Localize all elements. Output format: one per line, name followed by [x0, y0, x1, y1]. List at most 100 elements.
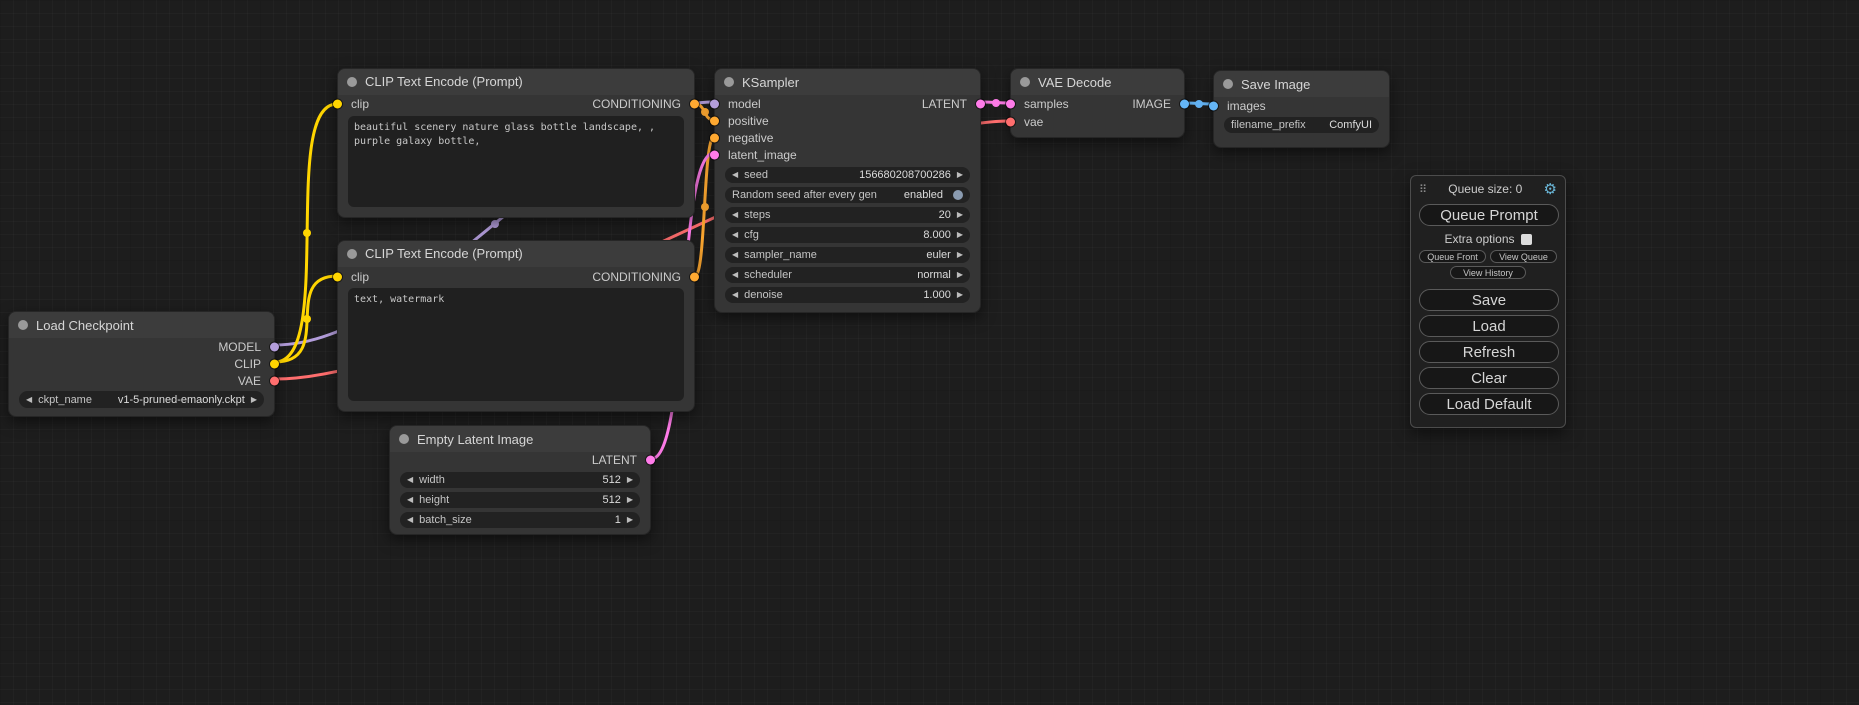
image-output-slot[interactable]	[1180, 100, 1189, 109]
increment-arrow-icon[interactable]: ▶	[957, 251, 963, 259]
node-title-bar[interactable]: CLIP Text Encode (Prompt)	[338, 69, 694, 95]
increment-arrow-icon[interactable]: ▶	[627, 476, 633, 484]
view-history-button[interactable]: View History	[1450, 266, 1526, 279]
save-button[interactable]: Save	[1419, 289, 1559, 311]
seed-widget[interactable]: ◀ seed 156680208700286 ▶	[725, 167, 970, 183]
clip-output-row: CLIP	[9, 355, 274, 372]
widget-label: filename_prefix	[1231, 119, 1306, 131]
node-title: VAE Decode	[1038, 75, 1111, 90]
toggle-knob[interactable]	[953, 190, 963, 200]
decrement-arrow-icon[interactable]: ◀	[407, 516, 413, 524]
clear-button[interactable]: Clear	[1419, 367, 1559, 389]
decrement-arrow-icon[interactable]: ◀	[732, 291, 738, 299]
node-collapse-dot[interactable]	[347, 249, 357, 259]
latent-image-input-slot[interactable]	[710, 150, 719, 159]
increment-arrow-icon[interactable]: ▶	[627, 516, 633, 524]
node-title-bar[interactable]: Save Image	[1214, 71, 1389, 97]
decrement-arrow-icon[interactable]: ◀	[732, 171, 738, 179]
scheduler-widget[interactable]: ◀ scheduler normal ▶	[725, 267, 970, 283]
refresh-button[interactable]: Refresh	[1419, 341, 1559, 363]
ckpt-name-widget[interactable]: ◀ ckpt_name v1-5-pruned-emaonly.ckpt ▶	[19, 391, 264, 408]
negative-input-slot[interactable]	[710, 133, 719, 142]
node-title-bar[interactable]: Load Checkpoint	[9, 312, 274, 338]
widget-label: steps	[744, 209, 770, 221]
denoise-widget[interactable]: ◀ denoise 1.000 ▶	[725, 287, 970, 303]
node-vae-decode[interactable]: VAE Decode samples IMAGE vae	[1010, 68, 1185, 138]
queue-panel[interactable]: ⠿ Queue size: 0 ⚙ Queue Prompt Extra opt…	[1410, 175, 1566, 428]
vae-input-slot[interactable]	[1006, 118, 1015, 127]
conditioning-output-slot[interactable]	[690, 272, 699, 281]
cfg-widget[interactable]: ◀ cfg 8.000 ▶	[725, 227, 970, 243]
model-output-slot[interactable]	[270, 342, 279, 351]
positive-slot-row: positive	[715, 112, 980, 129]
queue-front-button[interactable]: Queue Front	[1419, 250, 1486, 263]
load-button[interactable]: Load	[1419, 315, 1559, 337]
increment-arrow-icon[interactable]: ▶	[957, 291, 963, 299]
negative-prompt-textarea[interactable]: text, watermark	[348, 288, 684, 401]
node-collapse-dot[interactable]	[399, 434, 409, 444]
node-save-image[interactable]: Save Image images filename_prefix ComfyU…	[1213, 70, 1390, 148]
positive-prompt-textarea[interactable]: beautiful scenery nature glass bottle la…	[348, 116, 684, 207]
node-canvas[interactable]: { "icons": { "arrow_left": "◀", "arrow_r…	[0, 0, 1859, 705]
increment-arrow-icon[interactable]: ▶	[957, 231, 963, 239]
batch-size-widget[interactable]: ◀ batch_size 1 ▶	[400, 512, 640, 528]
sampler-name-widget[interactable]: ◀ sampler_name euler ▶	[725, 247, 970, 263]
filename-prefix-widget[interactable]: filename_prefix ComfyUI	[1224, 117, 1379, 133]
queue-prompt-button[interactable]: Queue Prompt	[1419, 204, 1559, 226]
drag-handle-icon[interactable]: ⠿	[1419, 183, 1427, 196]
node-title-bar[interactable]: Empty Latent Image	[390, 426, 650, 452]
images-input-label: images	[1227, 99, 1266, 113]
image-output-label: IMAGE	[1132, 97, 1171, 111]
node-ksampler[interactable]: KSampler model LATENT positive negative …	[714, 68, 981, 313]
model-input-slot[interactable]	[710, 99, 719, 108]
node-load-checkpoint[interactable]: Load Checkpoint MODEL CLIP VAE ◀ ckpt_na…	[8, 311, 275, 417]
latent-output-row: LATENT	[390, 452, 650, 468]
width-widget[interactable]: ◀ width 512 ▶	[400, 472, 640, 488]
latent-output-slot[interactable]	[976, 99, 985, 108]
view-queue-button[interactable]: View Queue	[1490, 250, 1557, 263]
height-widget[interactable]: ◀ height 512 ▶	[400, 492, 640, 508]
latent-output-slot[interactable]	[646, 456, 655, 465]
node-collapse-dot[interactable]	[18, 320, 28, 330]
node-collapse-dot[interactable]	[1223, 79, 1233, 89]
decrement-arrow-icon[interactable]: ◀	[732, 271, 738, 279]
decrement-arrow-icon[interactable]: ◀	[407, 476, 413, 484]
decrement-arrow-icon[interactable]: ◀	[732, 251, 738, 259]
queue-panel-header[interactable]: ⠿ Queue size: 0 ⚙	[1411, 176, 1565, 200]
node-title-bar[interactable]: CLIP Text Encode (Prompt)	[338, 241, 694, 267]
node-title-bar[interactable]: KSampler	[715, 69, 980, 95]
images-slot-row: images	[1214, 97, 1389, 115]
samples-input-slot[interactable]	[1006, 100, 1015, 109]
extra-options-checkbox[interactable]	[1521, 234, 1532, 245]
clip-input-slot[interactable]	[333, 100, 342, 109]
vae-output-slot[interactable]	[270, 376, 279, 385]
node-collapse-dot[interactable]	[347, 77, 357, 87]
clip-input-slot[interactable]	[333, 272, 342, 281]
decrement-arrow-icon[interactable]: ◀	[732, 211, 738, 219]
load-default-button[interactable]: Load Default	[1419, 393, 1559, 415]
vae-output-row: VAE	[9, 372, 274, 389]
node-clip-text-encode-negative[interactable]: CLIP Text Encode (Prompt) clip CONDITION…	[337, 240, 695, 412]
node-collapse-dot[interactable]	[1020, 77, 1030, 87]
random-seed-toggle-widget[interactable]: Random seed after every gen enabled	[725, 187, 970, 203]
settings-gear-icon[interactable]: ⚙	[1544, 180, 1557, 198]
increment-arrow-icon[interactable]: ▶	[251, 396, 257, 404]
widget-label: sampler_name	[744, 249, 817, 261]
increment-arrow-icon[interactable]: ▶	[957, 211, 963, 219]
node-clip-text-encode-positive[interactable]: CLIP Text Encode (Prompt) clip CONDITION…	[337, 68, 695, 218]
decrement-arrow-icon[interactable]: ◀	[407, 496, 413, 504]
positive-input-slot[interactable]	[710, 116, 719, 125]
node-collapse-dot[interactable]	[724, 77, 734, 87]
clip-output-slot[interactable]	[270, 359, 279, 368]
increment-arrow-icon[interactable]: ▶	[957, 271, 963, 279]
increment-arrow-icon[interactable]: ▶	[957, 171, 963, 179]
node-empty-latent-image[interactable]: Empty Latent Image LATENT ◀ width 512 ▶ …	[389, 425, 651, 535]
decrement-arrow-icon[interactable]: ◀	[732, 231, 738, 239]
decrement-arrow-icon[interactable]: ◀	[26, 396, 32, 404]
node-title-bar[interactable]: VAE Decode	[1011, 69, 1184, 95]
node-title: CLIP Text Encode (Prompt)	[365, 74, 523, 89]
steps-widget[interactable]: ◀ steps 20 ▶	[725, 207, 970, 223]
images-input-slot[interactable]	[1209, 102, 1218, 111]
increment-arrow-icon[interactable]: ▶	[627, 496, 633, 504]
conditioning-output-slot[interactable]	[690, 100, 699, 109]
